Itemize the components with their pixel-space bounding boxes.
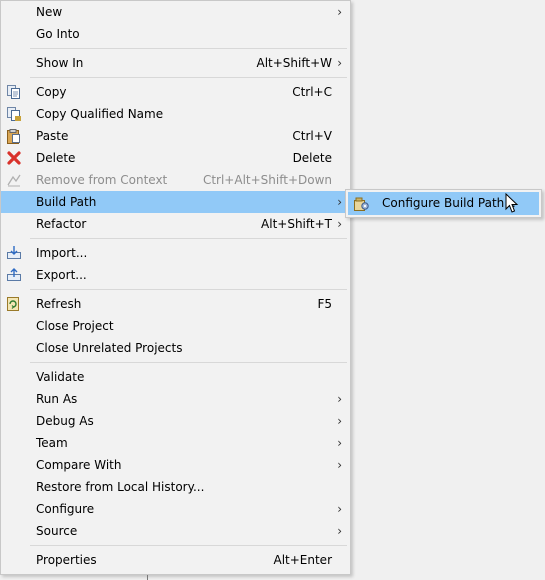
menu-item-label: Remove from Context — [36, 173, 168, 187]
menu-item-refactor[interactable]: Refactor Alt+Shift+T › — [1, 213, 350, 235]
menu-separator — [1, 542, 350, 549]
menu-item-build-path[interactable]: Build Path › — [1, 191, 350, 213]
submenu-arrow-icon: › — [337, 5, 342, 19]
submenu-arrow-icon: › — [337, 217, 342, 231]
menu-item-close-unrelated-projects[interactable]: Close Unrelated Projects — [1, 337, 350, 359]
mouse-cursor-icon — [505, 192, 519, 217]
submenu-arrow-icon: › — [337, 56, 342, 70]
copy-icon — [6, 84, 22, 100]
menu-item-source[interactable]: Source › — [1, 520, 350, 542]
menu-item-copy[interactable]: Copy Ctrl+C — [1, 81, 350, 103]
menu-item-team[interactable]: Team › — [1, 432, 350, 454]
menu-item-show-in[interactable]: Show In Alt+Shift+W › — [1, 52, 350, 74]
menu-item-configure[interactable]: Configure › — [1, 498, 350, 520]
menu-item-label: Import... — [36, 246, 88, 260]
submenu-arrow-icon: › — [337, 436, 342, 450]
paste-icon — [6, 128, 22, 144]
menu-item-label: Delete — [36, 151, 76, 165]
menu-item-compare-with[interactable]: Compare With › — [1, 454, 350, 476]
menu-item-shortcut: Alt+Shift+W — [256, 56, 333, 70]
copy-qualified-name-icon — [6, 106, 22, 122]
menu-item-label: Build Path — [36, 195, 97, 209]
menu-item-shortcut: F5 — [317, 297, 332, 311]
menu-item-shortcut: Alt+Enter — [273, 553, 332, 567]
import-icon — [6, 245, 22, 261]
export-icon — [6, 267, 22, 283]
submenu-arrow-icon: › — [337, 502, 342, 516]
delete-icon — [6, 150, 22, 166]
menu-item-label: Show In — [36, 56, 84, 70]
menu-item-shortcut: Alt+Shift+T — [261, 217, 332, 231]
menu-item-label: Debug As — [36, 414, 94, 428]
menu-item-run-as[interactable]: Run As › — [1, 388, 350, 410]
menu-item-label: New — [36, 5, 63, 19]
submenu-arrow-icon: › — [337, 524, 342, 538]
menu-item-export[interactable]: Export... — [1, 264, 350, 286]
refresh-icon — [6, 296, 22, 312]
menu-item-label: Paste — [36, 129, 69, 143]
menu-item-label: Copy Qualified Name — [36, 107, 164, 121]
menu-item-label: Configure Build Path... — [382, 196, 516, 210]
menu-separator — [1, 235, 350, 242]
menu-item-shortcut: Delete — [292, 151, 332, 165]
menu-item-refresh[interactable]: Refresh F5 — [1, 293, 350, 315]
menu-item-paste[interactable]: Paste Ctrl+V — [1, 125, 350, 147]
menu-item-restore-from-local-history[interactable]: Restore from Local History... — [1, 476, 350, 498]
menu-item-validate[interactable]: Validate — [1, 366, 350, 388]
submenu-arrow-icon: › — [337, 392, 342, 406]
context-menu: New › Go Into Show In Alt+Shift+W › Copy… — [0, 0, 351, 575]
menu-item-shortcut: Ctrl+C — [292, 85, 332, 99]
menu-item-label: Configure — [36, 502, 95, 516]
menu-item-label: Close Project — [36, 319, 114, 333]
menu-item-label: Go Into — [36, 27, 80, 41]
menu-separator — [1, 74, 350, 81]
menu-item-label: Properties — [36, 553, 97, 567]
menu-item-label: Refresh — [36, 297, 82, 311]
menu-separator — [1, 45, 350, 52]
menu-item-label: Compare With — [36, 458, 122, 472]
menu-item-label: Close Unrelated Projects — [36, 341, 183, 355]
menu-item-import[interactable]: Import... — [1, 242, 350, 264]
menu-item-label: Refactor — [36, 217, 87, 231]
menu-item-shortcut: Ctrl+V — [292, 129, 332, 143]
menu-item-label: Export... — [36, 268, 87, 282]
remove-from-context-icon — [6, 172, 22, 188]
menu-item-shortcut: Ctrl+Alt+Shift+Down — [202, 173, 332, 187]
menu-item-label: Team — [36, 436, 68, 450]
menu-item-label: Source — [36, 524, 78, 538]
menu-item-remove-from-context: Remove from Context Ctrl+Alt+Shift+Down — [1, 169, 350, 191]
submenu-arrow-icon: › — [337, 414, 342, 428]
menu-item-label: Restore from Local History... — [36, 480, 205, 494]
menu-item-new[interactable]: New › — [1, 1, 350, 23]
menu-item-close-project[interactable]: Close Project — [1, 315, 350, 337]
menu-separator — [1, 359, 350, 366]
menu-item-label: Copy — [36, 85, 67, 99]
background-divider — [147, 575, 148, 580]
configure-build-path-icon — [354, 196, 370, 212]
menu-item-debug-as[interactable]: Debug As › — [1, 410, 350, 432]
menu-separator — [1, 286, 350, 293]
menu-item-properties[interactable]: Properties Alt+Enter — [1, 549, 350, 571]
submenu-arrow-icon: › — [337, 458, 342, 472]
menu-item-label: Run As — [36, 392, 78, 406]
menu-item-go-into[interactable]: Go Into — [1, 23, 350, 45]
menu-item-delete[interactable]: Delete Delete — [1, 147, 350, 169]
menu-item-label: Validate — [36, 370, 85, 384]
submenu-arrow-icon: › — [337, 195, 342, 209]
menu-item-copy-qualified-name[interactable]: Copy Qualified Name — [1, 103, 350, 125]
